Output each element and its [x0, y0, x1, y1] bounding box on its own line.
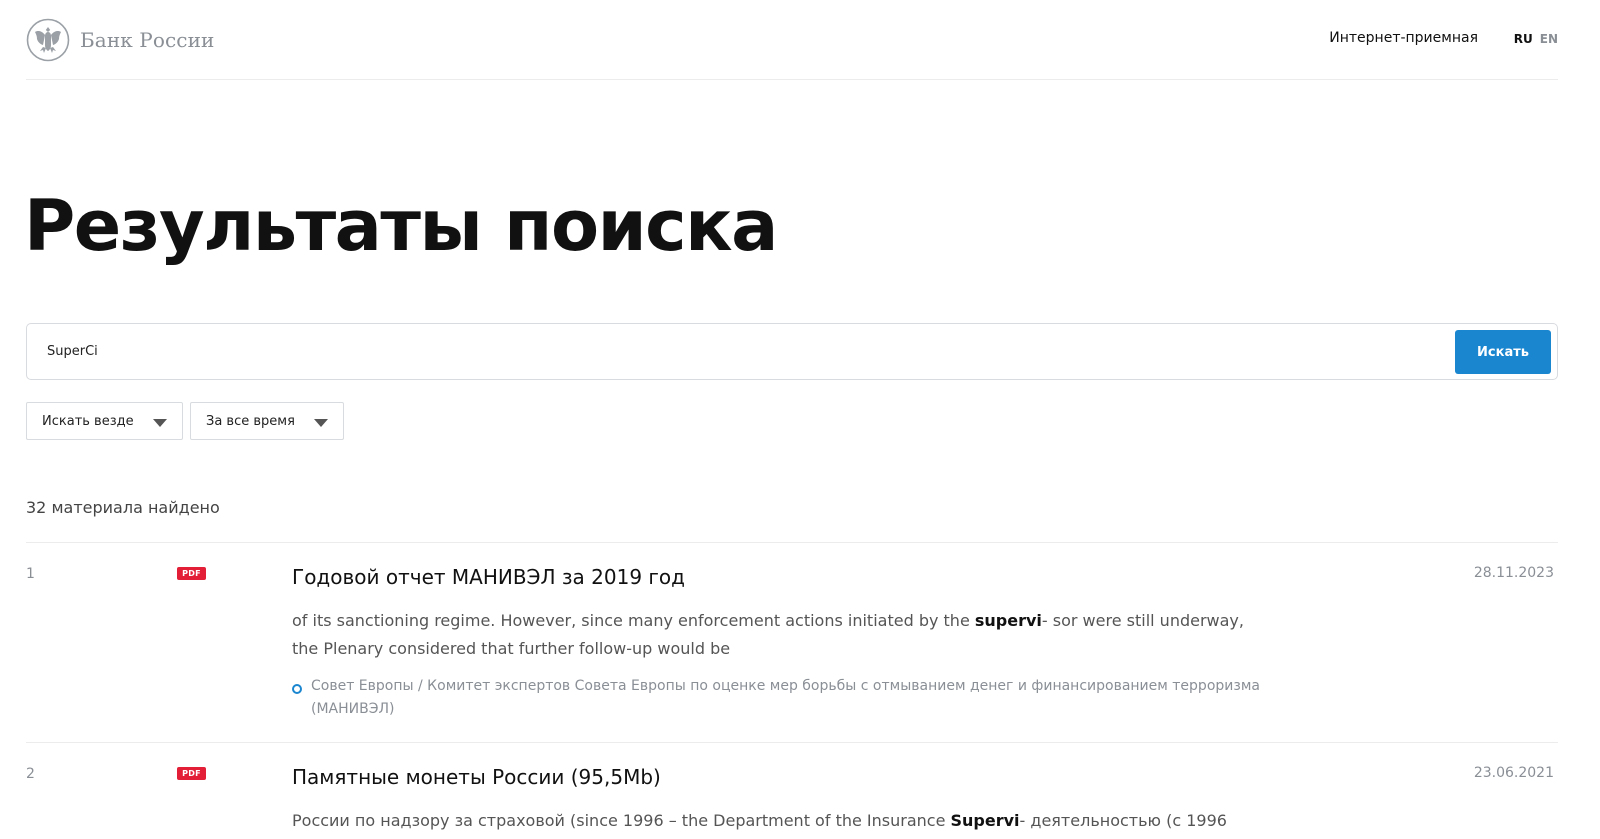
page-title: Результаты поиска	[24, 185, 778, 267]
site-header: Банк России Интернет-приемная RU EN	[26, 0, 1558, 80]
lang-ru-button[interactable]: RU	[1514, 32, 1533, 46]
result-index: 2	[26, 766, 35, 782]
result-date: 28.11.2023	[1473, 565, 1554, 581]
result-index: 1	[26, 566, 35, 582]
time-range-label: За все время	[206, 413, 295, 429]
snippet-text: - деятельностью (с 1996	[1019, 811, 1227, 830]
search-area-dropdown[interactable]: Искать везде	[26, 402, 183, 440]
pdf-badge: PDF	[177, 767, 206, 780]
snippet-text: of its sanctioning regime. However, sinc…	[292, 611, 975, 630]
result-date: 23.06.2021	[1473, 765, 1554, 781]
search-box: Искать	[26, 323, 1558, 380]
bank-emblem-icon	[26, 18, 70, 62]
results-count: 32 материала найдено	[26, 498, 220, 517]
search-area-label: Искать везде	[42, 413, 134, 429]
language-switcher: RU EN	[1514, 32, 1558, 46]
bullet-icon	[292, 684, 302, 694]
snippet-highlight: supervi	[974, 611, 1042, 630]
search-result: 1 PDF Годовой отчет МАНИВЭЛ за 2019 год …	[26, 542, 1558, 743]
page: Банк России Интернет-приемная RU EN Резу…	[0, 0, 1600, 839]
pdf-badge: PDF	[177, 567, 206, 580]
snippet-highlight: Supervi	[950, 811, 1020, 830]
logo[interactable]: Банк России	[26, 17, 214, 63]
result-snippet: России по надзору за страховой (since 19…	[292, 807, 1252, 835]
snippet-text: России по надзору за страховой (since 19…	[292, 811, 951, 830]
result-title-link[interactable]: Годовой отчет МАНИВЭЛ за 2019 год	[292, 565, 685, 589]
result-source[interactable]: Совет Европы / Комитет экспертов Совета …	[292, 678, 1262, 721]
search-input[interactable]	[47, 324, 1427, 379]
result-source-text: Совет Европы / Комитет экспертов Совета …	[311, 678, 1260, 717]
search-result: 2 PDF Памятные монеты России (95,5Mb) 23…	[26, 742, 1558, 839]
chevron-down-icon	[153, 419, 167, 427]
chevron-down-icon	[314, 419, 328, 427]
search-button[interactable]: Искать	[1455, 330, 1551, 374]
result-title-link[interactable]: Памятные монеты России (95,5Mb)	[292, 765, 661, 789]
time-range-dropdown[interactable]: За все время	[190, 402, 344, 440]
lang-en-button[interactable]: EN	[1540, 32, 1558, 46]
internet-reception-link[interactable]: Интернет-приемная	[1329, 30, 1478, 46]
result-snippet: of its sanctioning regime. However, sinc…	[292, 607, 1252, 663]
logo-text: Банк России	[80, 28, 215, 52]
